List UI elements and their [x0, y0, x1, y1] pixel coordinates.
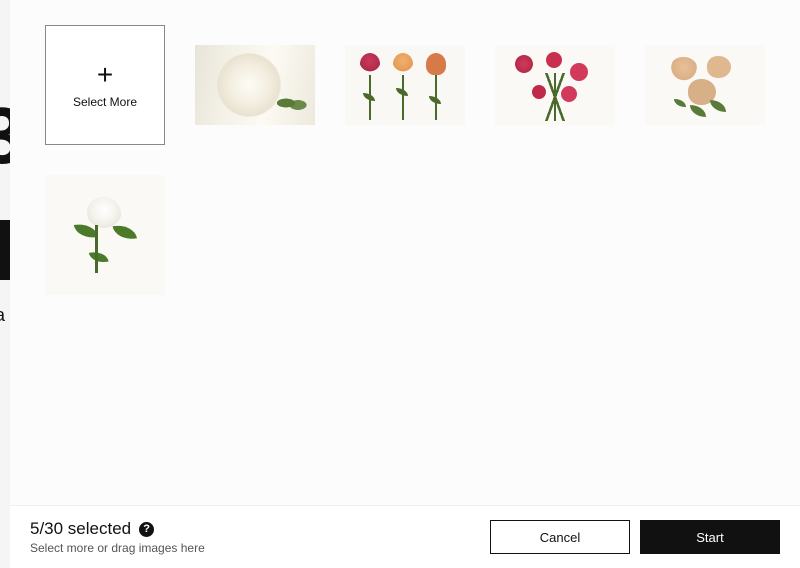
selection-count-text: 5/30 selected [30, 519, 131, 539]
selection-hint: Select more or drag images here [30, 541, 490, 555]
selection-count: 5/30 selected ? [30, 519, 490, 539]
start-button[interactable]: Start [640, 520, 780, 554]
image-grid: + Select More [45, 25, 765, 295]
image-thumbnail[interactable] [645, 25, 765, 145]
image-thumbnail[interactable] [345, 25, 465, 145]
image-thumbnail[interactable] [45, 175, 165, 295]
background-underlay: 3 a [0, 0, 10, 568]
thumbnail-image [645, 45, 765, 125]
select-more-label: Select More [73, 95, 137, 109]
thumbnail-image [45, 175, 165, 295]
image-selection-modal: + Select More [10, 0, 800, 568]
help-icon[interactable]: ? [139, 522, 154, 537]
thumbnail-image [345, 45, 465, 125]
cancel-button[interactable]: Cancel [490, 520, 630, 554]
modal-footer: 5/30 selected ? Select more or drag imag… [10, 505, 800, 568]
thumbnail-image [195, 45, 315, 125]
image-grid-area[interactable]: + Select More [10, 0, 800, 505]
image-thumbnail[interactable] [495, 25, 615, 145]
background-text-fragment: a [0, 305, 5, 326]
footer-status: 5/30 selected ? Select more or drag imag… [30, 519, 490, 555]
plus-icon: + [97, 61, 113, 89]
select-more-tile[interactable]: + Select More [45, 25, 165, 145]
thumbnail-image [495, 45, 615, 125]
image-thumbnail[interactable] [195, 25, 315, 145]
footer-actions: Cancel Start [490, 520, 780, 554]
